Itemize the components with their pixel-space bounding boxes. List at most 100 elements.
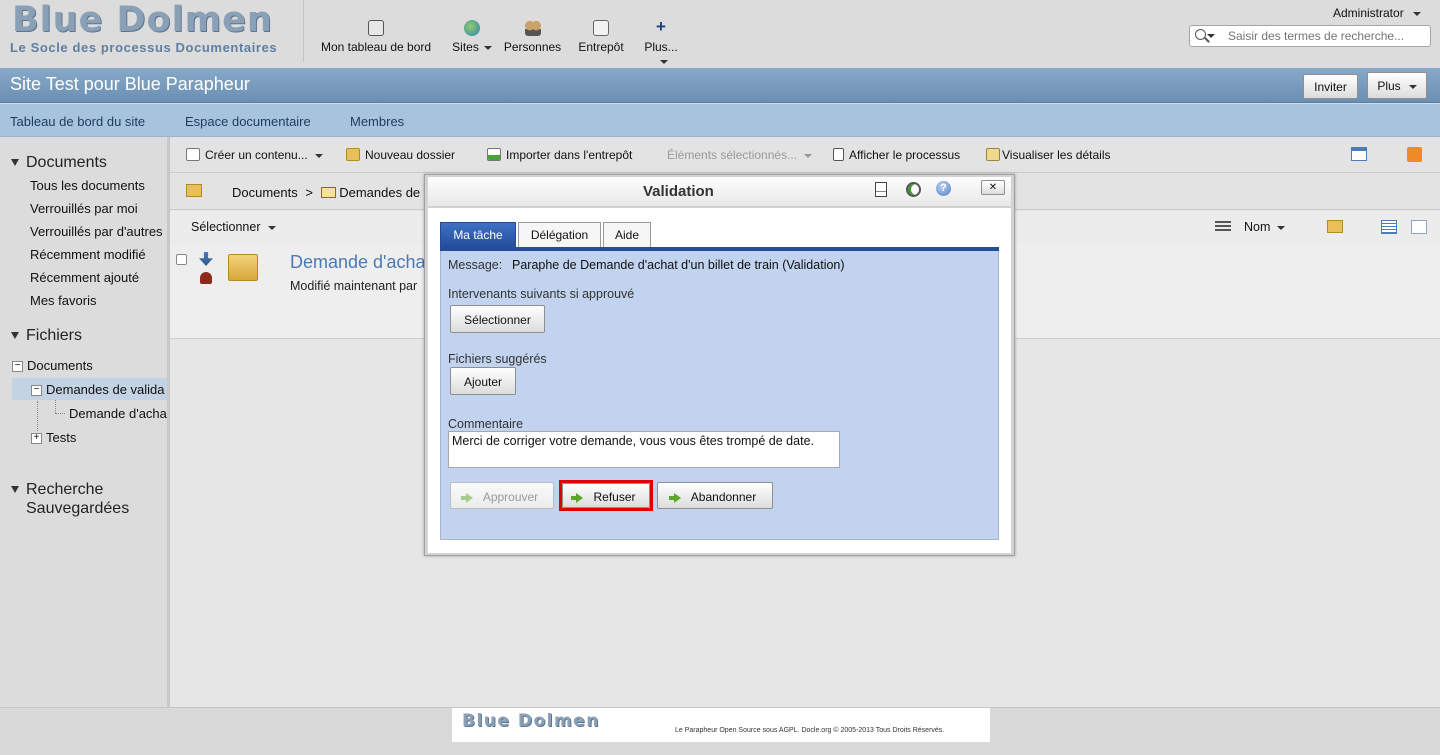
row-checkbox[interactable] — [176, 254, 187, 265]
tab-my-task[interactable]: Ma tâche — [440, 222, 516, 247]
dialog-header[interactable] — [428, 177, 1011, 207]
breadcrumb-separator: > — [305, 185, 313, 200]
create-content-icon — [186, 148, 200, 161]
help-icon[interactable]: ? — [936, 181, 951, 196]
search-input[interactable] — [1228, 28, 1428, 44]
layout-toggle-icon[interactable] — [1351, 147, 1367, 161]
folder-icon — [346, 148, 360, 161]
link-favorites[interactable]: Mes favoris — [30, 293, 96, 308]
breadcrumb-folder[interactable]: Demandes de v — [339, 185, 430, 200]
folder-icon[interactable] — [228, 254, 258, 281]
app-sites[interactable]: Sites — [448, 20, 496, 62]
create-content-label: Créer un contenu... — [205, 148, 308, 162]
nav-document-library[interactable]: Espace documentaire — [185, 114, 311, 129]
show-folders-icon[interactable] — [1327, 220, 1343, 233]
reject-button[interactable]: Refuser — [562, 483, 650, 508]
item-title-link[interactable]: Demande d'acha — [290, 252, 426, 273]
sort-field-menu[interactable]: Nom — [1244, 220, 1286, 234]
import-button[interactable]: Importer dans l'entrepôt — [487, 148, 632, 162]
footer-logo[interactable]: Blue Dolmen — [462, 711, 600, 731]
create-content-button[interactable]: Créer un contenu... — [186, 148, 323, 162]
sort-direction-icon[interactable] — [1215, 221, 1231, 233]
documents-heading[interactable]: Documents — [11, 154, 107, 172]
chevron-down-icon[interactable] — [1207, 34, 1215, 38]
breadcrumb-root[interactable]: Documents — [232, 185, 298, 200]
link-locked-by-me[interactable]: Verrouillés par moi — [30, 201, 138, 216]
chevron-down-icon — [314, 153, 323, 158]
link-all-documents[interactable]: Tous les documents — [30, 178, 145, 193]
logo-title[interactable]: Blue Dolmen — [12, 0, 273, 40]
tree-collapse-icon[interactable]: − — [31, 385, 42, 397]
tree-node-tests[interactable]: + Tests — [31, 430, 76, 445]
link-locked-by-others[interactable]: Verrouillés par d'autres — [30, 224, 163, 239]
site-more-button[interactable]: Plus — [1367, 72, 1427, 99]
app-sites-label: Sites — [452, 40, 479, 54]
globe-icon — [464, 20, 480, 36]
app-more[interactable]: + Plus... — [640, 18, 682, 64]
tree-node-demandes[interactable]: − Demandes de valida — [31, 382, 167, 397]
app-repository-label: Entrepôt — [578, 40, 624, 54]
app-more-label: Plus... — [644, 40, 678, 54]
arrow-right-icon — [668, 492, 681, 503]
abandon-label: Abandonner — [690, 490, 757, 504]
saved-searches-heading[interactable]: Recherche Sauvegardées — [11, 480, 129, 518]
invite-button[interactable]: Inviter — [1303, 74, 1358, 99]
folder-up-icon[interactable] — [186, 184, 202, 197]
reject-label: Refuser — [593, 490, 636, 504]
app-repository[interactable]: Entrepôt — [574, 20, 628, 62]
user-menu[interactable]: Administrator — [1333, 6, 1421, 20]
select-actors-button[interactable]: Sélectionner — [450, 305, 545, 333]
header-divider — [303, 0, 304, 62]
app-people-label: Personnes — [503, 40, 562, 54]
select-menu-label: Sélectionner — [191, 220, 261, 234]
chevron-down-icon — [1408, 84, 1417, 89]
breadcrumb: Documents > Demandes de v — [232, 185, 430, 200]
chevron-down-icon — [1412, 11, 1421, 16]
history-icon[interactable] — [906, 182, 921, 197]
view-details-button[interactable]: Visualiser les détails — [986, 148, 1111, 162]
link-recently-added[interactable]: Récemment ajouté — [30, 270, 139, 285]
detailed-view-icon[interactable] — [1381, 220, 1397, 234]
saved-heading-line1: Recherche — [26, 481, 104, 498]
search-box[interactable] — [1189, 25, 1431, 47]
tree-node-documents[interactable]: − Documents — [12, 358, 93, 373]
nav-members[interactable]: Membres — [350, 114, 404, 129]
tab-help[interactable]: Aide — [603, 222, 651, 247]
close-icon[interactable]: ✕ — [981, 180, 1005, 195]
tab-delegation[interactable]: Délégation — [518, 222, 601, 247]
simple-view-icon[interactable] — [1411, 220, 1427, 234]
files-heading-label: Fichiers — [26, 327, 83, 344]
tree-node-label: Tests — [46, 430, 77, 445]
add-files-button[interactable]: Ajouter — [450, 367, 516, 395]
files-heading[interactable]: Fichiers — [11, 327, 82, 345]
selected-items-label: Éléments sélectionnés... — [667, 148, 798, 162]
select-menu[interactable]: Sélectionner — [191, 220, 276, 234]
abandon-button[interactable]: Abandonner — [657, 482, 773, 509]
app-dashboard[interactable]: Mon tableau de bord — [318, 20, 434, 62]
view-details-label: Visualiser les détails — [1002, 148, 1111, 162]
app-people[interactable]: Personnes — [500, 20, 565, 62]
logo-subtitle: Le Socle des processus Documentaires — [10, 40, 278, 55]
tree-node-label: Demandes de valida — [46, 382, 165, 397]
selected-items-menu[interactable]: Éléments sélectionnés... — [667, 148, 813, 162]
people-icon — [524, 20, 541, 36]
documents-heading-label: Documents — [26, 154, 107, 171]
tree-line — [55, 400, 56, 413]
link-recently-modified[interactable]: Récemment modifié — [30, 247, 146, 262]
comment-field[interactable]: Merci de corriger votre demande, vous vo… — [448, 431, 840, 468]
chevron-down-icon — [659, 59, 668, 64]
new-folder-button[interactable]: Nouveau dossier — [346, 148, 455, 162]
stamp-icon — [200, 272, 212, 284]
approve-button[interactable]: Approuver — [450, 482, 554, 509]
nav-site-dashboard[interactable]: Tableau de bord du site — [10, 114, 145, 129]
document-icon[interactable] — [875, 182, 887, 197]
show-process-button[interactable]: Afficher le processus — [833, 148, 960, 162]
tree-node-label: Documents — [27, 358, 93, 373]
item-meta: Modifié maintenant par — [290, 279, 418, 293]
tree-expand-icon[interactable]: + — [31, 433, 42, 445]
tree-line — [37, 401, 38, 431]
tree-node-demande-achat[interactable]: Demande d'acha — [69, 406, 167, 421]
tree-collapse-icon[interactable]: − — [12, 361, 23, 373]
document-icon — [833, 148, 844, 161]
rss-icon[interactable] — [1407, 147, 1422, 162]
